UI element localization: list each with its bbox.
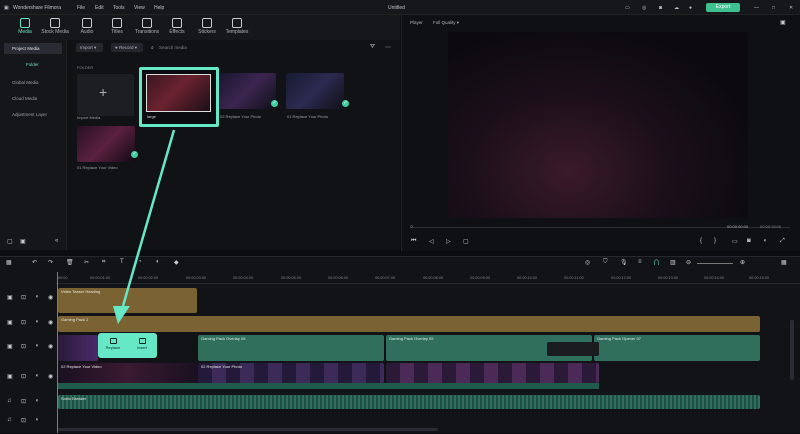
replace-button[interactable]: Replace (99, 336, 127, 356)
replace-insert-popup: Replace Insert (98, 333, 157, 358)
insert-button[interactable]: Insert (128, 336, 156, 356)
replace-label: Replace (105, 345, 121, 350)
replace-icon (109, 338, 117, 344)
insert-label: Insert (136, 345, 147, 350)
drag-arrow (113, 129, 176, 324)
insert-icon (138, 338, 146, 344)
arrow-line (121, 129, 176, 307)
arrow-head (113, 306, 130, 324)
